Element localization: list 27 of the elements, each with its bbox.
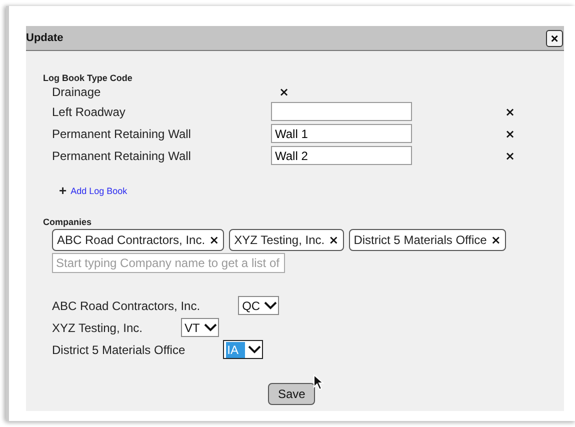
company-name: District 5 Materials Office bbox=[52, 342, 186, 356]
company-search-field[interactable]: Start typing Company name to get a list of bbox=[52, 253, 285, 273]
role-select[interactable]: QC bbox=[238, 296, 280, 315]
log-book-name: Permanent Retaining Wall bbox=[52, 148, 192, 162]
cursor-icon bbox=[313, 374, 324, 391]
log-book-name: Left Roadway bbox=[52, 104, 126, 118]
caret-icon bbox=[248, 345, 260, 354]
log-book-name: Drainage bbox=[52, 85, 102, 99]
caret-icon bbox=[204, 323, 217, 332]
tag-label: District 5 Materials Office bbox=[354, 233, 487, 247]
dialog-title: Update bbox=[26, 32, 64, 44]
company-name: ABC Road Contractors, Inc. bbox=[52, 298, 200, 312]
log-book-field[interactable]: Wall 2 bbox=[271, 146, 412, 165]
role-select[interactable]: VT bbox=[180, 318, 219, 337]
section-label: Log Book Type Code bbox=[43, 73, 134, 83]
caret-icon bbox=[264, 301, 278, 310]
log-book-field[interactable]: Wall 1 bbox=[271, 124, 412, 143]
company-name: XYZ Testing, Inc. bbox=[52, 320, 142, 334]
save-button[interactable]: Save bbox=[268, 383, 316, 405]
log-book-field[interactable] bbox=[271, 102, 412, 121]
close-button[interactable]: × bbox=[546, 30, 563, 46]
tag-label: ABC Road Contractors, Inc. bbox=[57, 233, 206, 247]
plus-icon: + bbox=[59, 183, 67, 198]
tag-label: XYZ Testing, Inc. bbox=[234, 233, 325, 247]
section-label: Companies bbox=[43, 217, 93, 227]
add-log-book-link[interactable]: Add Log Book bbox=[70, 186, 128, 196]
log-book-name: Permanent Retaining Wall bbox=[52, 126, 192, 140]
